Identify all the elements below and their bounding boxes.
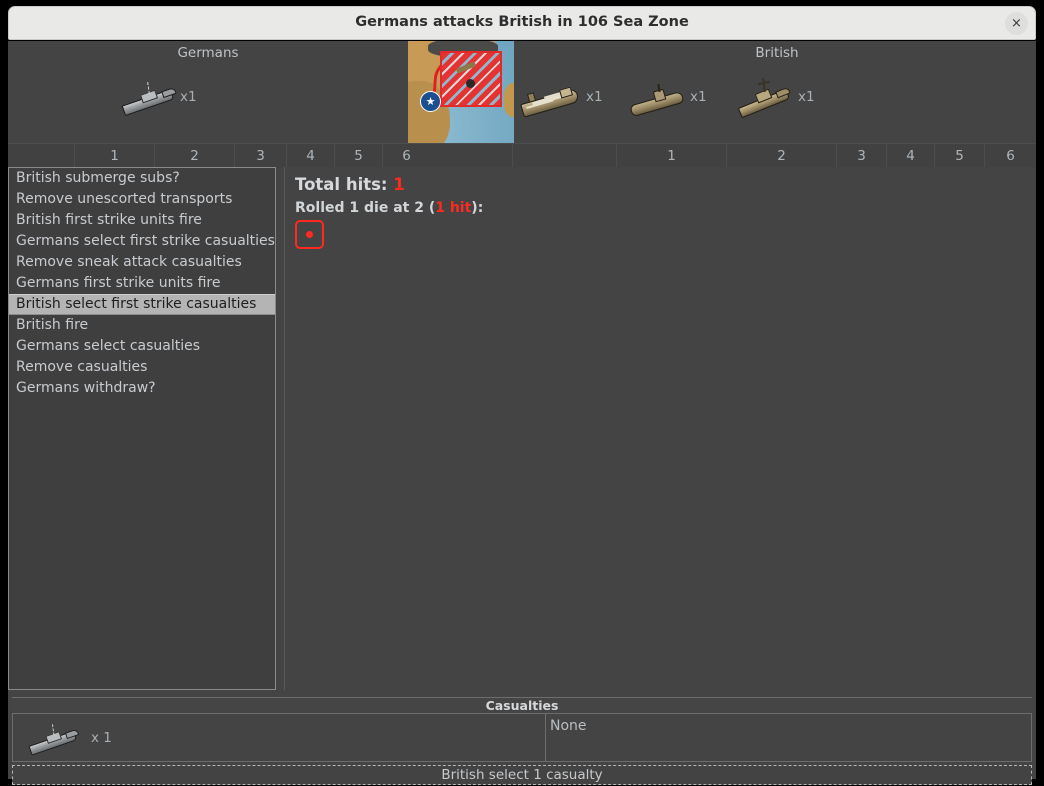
ruler-cell-left-4: 4 bbox=[286, 144, 334, 168]
battle-step-item[interactable]: British select first strike casualties bbox=[9, 294, 275, 315]
ruler-cell-right-1: 1 bbox=[616, 144, 726, 168]
casualties-body: x 1 None bbox=[12, 714, 1032, 762]
battle-step-item[interactable]: Germans select first strike casualties bbox=[9, 231, 275, 252]
attacker-label: Germans bbox=[8, 45, 408, 61]
die-roll-1 bbox=[295, 220, 324, 249]
ruler-cell-right-3: 3 bbox=[836, 144, 886, 168]
casualty-count: x 1 bbox=[91, 730, 112, 746]
total-hits-value: 1 bbox=[393, 175, 404, 194]
defender-unit-transport[interactable]: x1 bbox=[520, 69, 603, 125]
ruler-cell-right-4: 4 bbox=[886, 144, 934, 168]
ruler-cell-right-blank bbox=[512, 144, 616, 168]
destroyer-gray-icon bbox=[120, 77, 176, 117]
map-thumbnail[interactable]: ★ bbox=[408, 41, 514, 143]
defender-unit-count-destroyer: x1 bbox=[798, 89, 815, 105]
destroyer-tan-icon bbox=[736, 76, 794, 118]
rolled-prefix: Rolled 1 die at 2 ( bbox=[295, 200, 435, 216]
window-title: Germans attacks British in 106 Sea Zone bbox=[9, 14, 1035, 30]
battle-step-item[interactable]: Germans select casualties bbox=[9, 336, 275, 357]
window-body: Germans British x1 ★ bbox=[8, 41, 1036, 779]
casualties-attacker-pane[interactable]: x 1 bbox=[13, 714, 546, 761]
rolled-suffix: ): bbox=[471, 200, 483, 216]
battle-step-item[interactable]: Germans first strike units fire bbox=[9, 273, 275, 294]
battle-step-item[interactable]: British fire bbox=[9, 315, 275, 336]
defender-label: British bbox=[518, 45, 1036, 61]
rolled-hits: 1 hit bbox=[435, 200, 471, 216]
defender-unit-destroyer[interactable]: x1 bbox=[736, 69, 815, 125]
close-icon[interactable]: × bbox=[1005, 12, 1028, 35]
total-hits-line: Total hits: 1 bbox=[295, 175, 405, 194]
ruler-cell-left-5: 5 bbox=[334, 144, 382, 168]
status-bar: British select 1 casualty bbox=[12, 765, 1032, 785]
die-pip bbox=[306, 231, 313, 238]
ruler-cell-right-6: 6 bbox=[984, 144, 1036, 168]
battle-step-item[interactable]: Remove sneak attack casualties bbox=[9, 252, 275, 273]
rolled-line: Rolled 1 die at 2 (1 hit): bbox=[295, 200, 483, 216]
ruler-cell-left-6: 6 bbox=[382, 144, 430, 168]
battle-step-item[interactable]: British submerge subs? bbox=[9, 168, 275, 189]
map-landmass-east bbox=[504, 83, 514, 117]
ruler-cell-left-blank bbox=[8, 144, 74, 168]
casualty-destroyer-gray-icon bbox=[27, 719, 79, 756]
defender-unit-submarine[interactable]: x1 bbox=[628, 69, 707, 125]
roundel-icon: ★ bbox=[420, 91, 441, 112]
title-bar: Germans attacks British in 106 Sea Zone … bbox=[8, 6, 1036, 40]
defender-unit-count-submarine: x1 bbox=[690, 89, 707, 105]
middle-area: British submerge subs?Remove unescorted … bbox=[8, 167, 1036, 695]
total-hits-label: Total hits: bbox=[295, 175, 388, 194]
battle-step-item[interactable]: Germans withdraw? bbox=[9, 378, 275, 399]
ruler-row: 1 2 3 4 5 6 1 2 3 4 5 6 bbox=[8, 143, 1036, 168]
casualties-section: Casualties x 1 None British select 1 cas… bbox=[8, 697, 1036, 777]
map-unit-marker-icon bbox=[466, 79, 475, 88]
dice-results-panel: Total hits: 1 Rolled 1 die at 2 (1 hit): bbox=[284, 167, 1036, 690]
ruler-cell-left-3: 3 bbox=[234, 144, 286, 168]
battle-step-item[interactable]: Remove casualties bbox=[9, 357, 275, 378]
battle-step-item[interactable]: British first strike units fire bbox=[9, 210, 275, 231]
ruler-cell-left-1: 1 bbox=[74, 144, 154, 168]
battle-steps-list[interactable]: British submerge subs?Remove unescorted … bbox=[8, 167, 276, 690]
ruler-cell-right-5: 5 bbox=[934, 144, 984, 168]
casualties-defender-pane[interactable]: None bbox=[546, 714, 1031, 761]
casualties-header: Casualties bbox=[12, 697, 1032, 714]
ruler-cell-right-2: 2 bbox=[726, 144, 836, 168]
transport-tan-icon bbox=[520, 77, 582, 117]
attacker-unit-destroyer[interactable]: x1 bbox=[120, 69, 197, 125]
ruler-cell-left-2: 2 bbox=[154, 144, 234, 168]
submarine-tan-icon bbox=[628, 77, 686, 117]
battle-step-item[interactable]: Remove unescorted transports bbox=[9, 189, 275, 210]
attacker-unit-count: x1 bbox=[180, 89, 197, 105]
defender-unit-count-transport: x1 bbox=[586, 89, 603, 105]
battle-calculator-window: Germans attacks British in 106 Sea Zone … bbox=[0, 0, 1044, 786]
units-area: Germans British x1 ★ bbox=[8, 41, 1036, 143]
